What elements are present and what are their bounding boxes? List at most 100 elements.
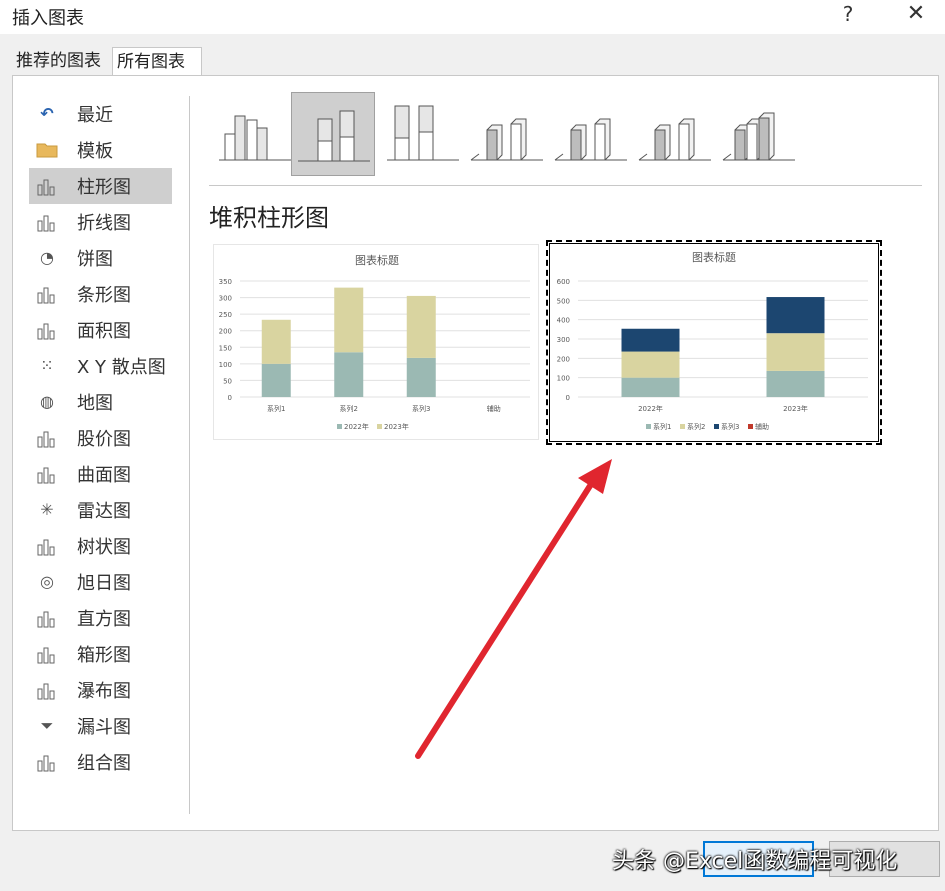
subtype-stacked-column[interactable] bbox=[291, 92, 375, 176]
legend-swatch bbox=[714, 424, 719, 429]
sidebar-item-area-chart[interactable]: 面积图 bbox=[29, 312, 172, 348]
preview-chart-1: 图表标题 0 50 100 150 200 250 300 350 系列1 系列2 系列3 辅助 2022… bbox=[219, 253, 530, 431]
y-tick-label: 350 bbox=[219, 278, 232, 286]
sidebar-item-sunburst-chart[interactable]: ◎ 旭日图 bbox=[29, 564, 172, 600]
chart-title: 图表标题 bbox=[692, 250, 736, 264]
sidebar-item-waterfall-chart[interactable]: 瀑布图 bbox=[29, 672, 172, 708]
subtype-percent-stacked-column[interactable] bbox=[381, 92, 465, 176]
subtype-clustered-column[interactable] bbox=[213, 92, 297, 176]
x-tick-label: 2022年 bbox=[638, 404, 663, 413]
sidebar-item-boxplot-chart[interactable]: 箱形图 bbox=[29, 636, 172, 672]
legend-swatch bbox=[377, 424, 382, 429]
legend-swatch bbox=[680, 424, 685, 429]
legend-swatch bbox=[337, 424, 342, 429]
legend-entry: 系列1 bbox=[653, 422, 671, 431]
watermark: 头条 @Excel函数编程可视化 bbox=[612, 849, 898, 874]
bar-segment bbox=[621, 328, 680, 352]
sidebar-item-histogram-chart[interactable]: 直方图 bbox=[29, 600, 172, 636]
stacked-column-icon bbox=[298, 110, 370, 162]
column-chart-icon bbox=[36, 176, 58, 196]
sidebar-item-label: 柱形图 bbox=[77, 177, 131, 198]
sidebar-item-scatter-chart[interactable]: ⁙ X Y 散点图 bbox=[29, 348, 172, 384]
tab-all-charts[interactable]: 所有图表 bbox=[112, 47, 202, 76]
boxplot-chart-icon bbox=[36, 644, 58, 664]
area-chart-icon bbox=[36, 320, 58, 340]
y-tick-label: 0 bbox=[566, 394, 570, 402]
legend-entry: 2022年 bbox=[344, 422, 369, 431]
sidebar-item-folder[interactable]: 模板 bbox=[29, 132, 172, 168]
subtype-3d-column[interactable] bbox=[717, 92, 801, 176]
sidebar-item-label: 树状图 bbox=[77, 537, 131, 558]
y-tick-label: 50 bbox=[223, 377, 232, 385]
sidebar-item-label: 股价图 bbox=[77, 429, 131, 450]
y-tick-label: 300 bbox=[557, 336, 570, 344]
bar-segment bbox=[334, 352, 364, 397]
surface-chart-icon bbox=[36, 464, 58, 484]
sidebar-item-label: 地图 bbox=[77, 393, 113, 414]
chart-preview-option-1[interactable]: 图表标题 0 50 100 150 200 250 300 350 系列1 系列2 系列3 辅助 2022… bbox=[213, 244, 539, 440]
subtype-3d-percent-stacked-column[interactable] bbox=[633, 92, 717, 176]
help-button[interactable]: ? bbox=[838, 2, 858, 26]
combo-chart-icon bbox=[36, 752, 58, 772]
x-tick-label: 系列1 bbox=[267, 404, 285, 413]
sidebar-item-label: 瀑布图 bbox=[77, 681, 131, 702]
folder-icon bbox=[36, 140, 58, 160]
treemap-chart-icon bbox=[36, 536, 58, 556]
sidebar-item-label: 组合图 bbox=[77, 753, 131, 774]
scatter-chart-icon: ⁙ bbox=[40, 356, 54, 375]
sidebar-item-label: 漏斗图 bbox=[77, 717, 131, 738]
bar-segment bbox=[621, 377, 680, 397]
sidebar-item-pie-chart[interactable]: ◔ 饼图 bbox=[29, 240, 172, 276]
y-tick-label: 250 bbox=[219, 311, 232, 319]
sidebar-item-label: 曲面图 bbox=[77, 465, 131, 486]
y-tick-label: 200 bbox=[557, 355, 570, 363]
sidebar-item-column-chart[interactable]: 柱形图 bbox=[29, 168, 172, 204]
bar-segment bbox=[766, 370, 825, 397]
bar-segment bbox=[261, 363, 291, 397]
sidebar-item-label: 饼图 bbox=[77, 249, 113, 270]
clustered-column-icon bbox=[219, 115, 291, 161]
sidebar-item-label: 最近 bbox=[77, 105, 113, 126]
sidebar-item-radar-chart[interactable]: ✳ 雷达图 bbox=[29, 492, 172, 528]
y-tick-label: 400 bbox=[557, 317, 570, 325]
subtype-3d-stacked-column[interactable] bbox=[549, 92, 633, 176]
recent-icon: ↶ bbox=[40, 104, 54, 123]
sidebar-item-surface-chart[interactable]: 曲面图 bbox=[29, 456, 172, 492]
sidebar-item-treemap-chart[interactable]: 树状图 bbox=[29, 528, 172, 564]
sidebar-item-line-chart[interactable]: 折线图 bbox=[29, 204, 172, 240]
x-tick-label: 2023年 bbox=[783, 404, 808, 413]
close-button[interactable]: ✕ bbox=[904, 1, 928, 26]
y-tick-label: 100 bbox=[557, 375, 570, 383]
percent-stacked-column-icon bbox=[387, 105, 459, 161]
waterfall-chart-icon bbox=[36, 680, 58, 700]
3d-stacked-column-icon bbox=[554, 118, 627, 161]
legend-entry: 系列2 bbox=[687, 422, 705, 431]
line-chart-icon bbox=[36, 212, 58, 232]
sidebar-item-label: 直方图 bbox=[77, 609, 131, 630]
chart-subtype-heading: 堆积柱形图 bbox=[209, 204, 329, 232]
map-chart-icon: ◍ bbox=[40, 392, 54, 411]
sidebar-item-combo-chart[interactable]: 组合图 bbox=[29, 744, 172, 780]
sidebar-item-label: 箱形图 bbox=[77, 645, 131, 666]
sidebar-item-map-chart[interactable]: ◍ 地图 bbox=[29, 384, 172, 420]
x-tick-label: 系列2 bbox=[340, 404, 358, 413]
3d-percent-stacked-column-icon bbox=[638, 118, 711, 161]
3d-clustered-column-icon bbox=[470, 118, 543, 161]
sidebar-item-label: 模板 bbox=[77, 141, 113, 162]
legend-swatch bbox=[646, 424, 651, 429]
bar-segment bbox=[261, 319, 291, 364]
sidebar-item-recent[interactable]: ↶ 最近 bbox=[29, 96, 172, 132]
pie-chart-icon: ◔ bbox=[40, 248, 54, 267]
sidebar-item-bar-chart[interactable]: 条形图 bbox=[29, 276, 172, 312]
bar-chart-icon bbox=[36, 284, 58, 304]
legend-entry: 系列3 bbox=[721, 422, 739, 431]
bar-segment bbox=[334, 287, 364, 353]
chart-preview-option-2[interactable]: 图表标题 0 100 200 300 400 500 600 2022年 2023年 系列1 系列2 系… bbox=[546, 240, 882, 445]
sidebar-item-stock-chart[interactable]: 股价图 bbox=[29, 420, 172, 456]
tab-recommended-charts[interactable]: 推荐的图表 bbox=[12, 47, 112, 75]
sidebar-item-label: 雷达图 bbox=[77, 501, 131, 522]
sidebar-item-funnel-chart[interactable]: ⏷ 漏斗图 bbox=[29, 708, 172, 744]
3d-column-icon bbox=[722, 112, 795, 161]
subtype-3d-clustered-column[interactable] bbox=[465, 92, 549, 176]
funnel-chart-icon: ⏷ bbox=[40, 716, 54, 735]
